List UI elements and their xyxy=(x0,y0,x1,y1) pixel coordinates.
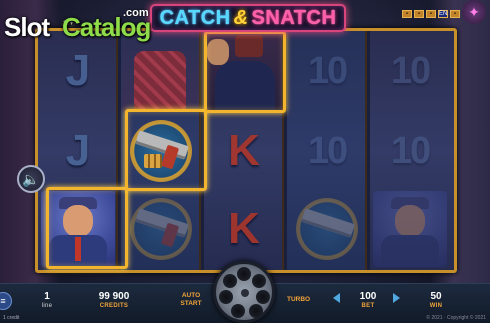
top-button-1[interactable]: ▪ xyxy=(402,10,412,18)
symbol-k: K xyxy=(228,204,260,253)
speaker-icon: 🔈 xyxy=(22,171,40,187)
symbol-10: 10 xyxy=(390,129,431,172)
bet-label: BET xyxy=(361,303,375,309)
reel-5-symbol-2: 10 xyxy=(370,111,450,191)
reel-4: 10 10 xyxy=(287,31,367,270)
footer-copyright: © 2021 · Copyright © 2021 xyxy=(426,315,486,321)
top-button-5[interactable]: ▪ xyxy=(450,10,460,18)
menu-button[interactable]: ≡ xyxy=(0,292,12,310)
cylinder-chamber xyxy=(249,304,263,318)
pistol-coin-symbol-dim xyxy=(130,198,192,260)
reel-4-symbol-1: 10 xyxy=(287,31,365,111)
lines-value: 1 xyxy=(44,291,50,302)
reel-4-symbol-2: 10 xyxy=(287,111,365,191)
reel-5-symbol-3 xyxy=(370,189,450,269)
cylinder-chamber xyxy=(219,290,233,304)
lines-label: line xyxy=(41,303,53,309)
symbol-10: 10 xyxy=(307,49,348,92)
girl-dress xyxy=(134,51,186,111)
autostart-label-line1: AUTO xyxy=(181,292,201,299)
boss-symbol-dim xyxy=(373,191,447,267)
reel-2-symbol-1 xyxy=(121,31,199,111)
cylinder-chamber xyxy=(252,274,266,288)
cylinder-chamber xyxy=(237,267,251,281)
bet-increase-arrow-icon[interactable] xyxy=(393,293,400,303)
lines-display: 1 line xyxy=(36,291,58,309)
watermark-slot: Slot xyxy=(4,12,50,42)
footer-credit-info: 1 credit xyxy=(3,315,20,321)
reel-3-symbol-3: K xyxy=(204,189,282,269)
pistol-coin-symbol-dim xyxy=(296,198,358,260)
turbo-button[interactable]: TURBO xyxy=(287,296,310,303)
win-value: 50 xyxy=(430,291,442,302)
win-highlight-box xyxy=(204,31,286,113)
symbol-j: J xyxy=(65,46,91,95)
symbol-k: K xyxy=(228,126,260,175)
cylinder-chamber xyxy=(256,290,270,304)
reel-1-symbol-1: J xyxy=(38,31,116,111)
logo-snatch: SNATCH xyxy=(251,6,337,29)
reel-4-symbol-3 xyxy=(287,189,365,269)
boss-head xyxy=(395,205,425,237)
win-highlight-box xyxy=(46,187,128,269)
top-button-2[interactable]: ▪ xyxy=(414,10,424,18)
credits-display: 99 900 CREDITS xyxy=(88,291,140,309)
reel-5: 10 10 xyxy=(370,31,454,270)
autostart-label-line2: START xyxy=(180,300,202,307)
bet-decrease-arrow-icon[interactable] xyxy=(333,293,340,303)
autostart-button[interactable]: AUTO START xyxy=(176,292,206,308)
top-menu-buttons: ▪ ▪ ▪ EN ▪ xyxy=(402,10,460,18)
language-flag-button[interactable]: EN xyxy=(438,10,448,18)
boss-body xyxy=(381,235,439,267)
reel-2-symbol-3 xyxy=(121,189,199,269)
spin-button[interactable] xyxy=(213,261,275,323)
logo-ampersand: & xyxy=(233,6,249,29)
win-highlight-box xyxy=(125,109,207,191)
game-logo: CATCH & SNATCH xyxy=(150,4,346,32)
cylinder-chamber xyxy=(223,274,237,288)
symbol-j: J xyxy=(65,126,91,175)
credits-value: 99 900 xyxy=(98,291,130,302)
bet-display: 100 BET xyxy=(350,291,386,309)
reel-3-symbol-2: K xyxy=(204,111,282,191)
logo-catch: CATCH xyxy=(159,6,231,29)
watermark-com: .com xyxy=(123,7,149,19)
reel-frame: J J K K 10 10 10 10 xyxy=(35,28,457,273)
win-display: 50 WIN xyxy=(422,291,450,309)
symbol-10: 10 xyxy=(307,129,348,172)
win-label: WIN xyxy=(429,303,443,309)
cylinder-center xyxy=(241,289,249,297)
cylinder-chamber xyxy=(231,304,245,318)
neon-corner-icon: ✦ xyxy=(462,0,486,24)
girl-symbol xyxy=(122,31,199,111)
pistol-icon xyxy=(301,208,355,238)
symbol-10: 10 xyxy=(390,49,431,92)
credits-label: CREDITS xyxy=(99,303,129,309)
bet-value: 100 xyxy=(359,291,377,302)
reel-5-symbol-1: 10 xyxy=(370,31,450,111)
sound-toggle-button[interactable]: 🔈 xyxy=(17,165,45,193)
top-button-3[interactable]: ▪ xyxy=(426,10,436,18)
pistol-icon xyxy=(135,208,189,238)
reel-1-symbol-2: J xyxy=(38,111,116,191)
